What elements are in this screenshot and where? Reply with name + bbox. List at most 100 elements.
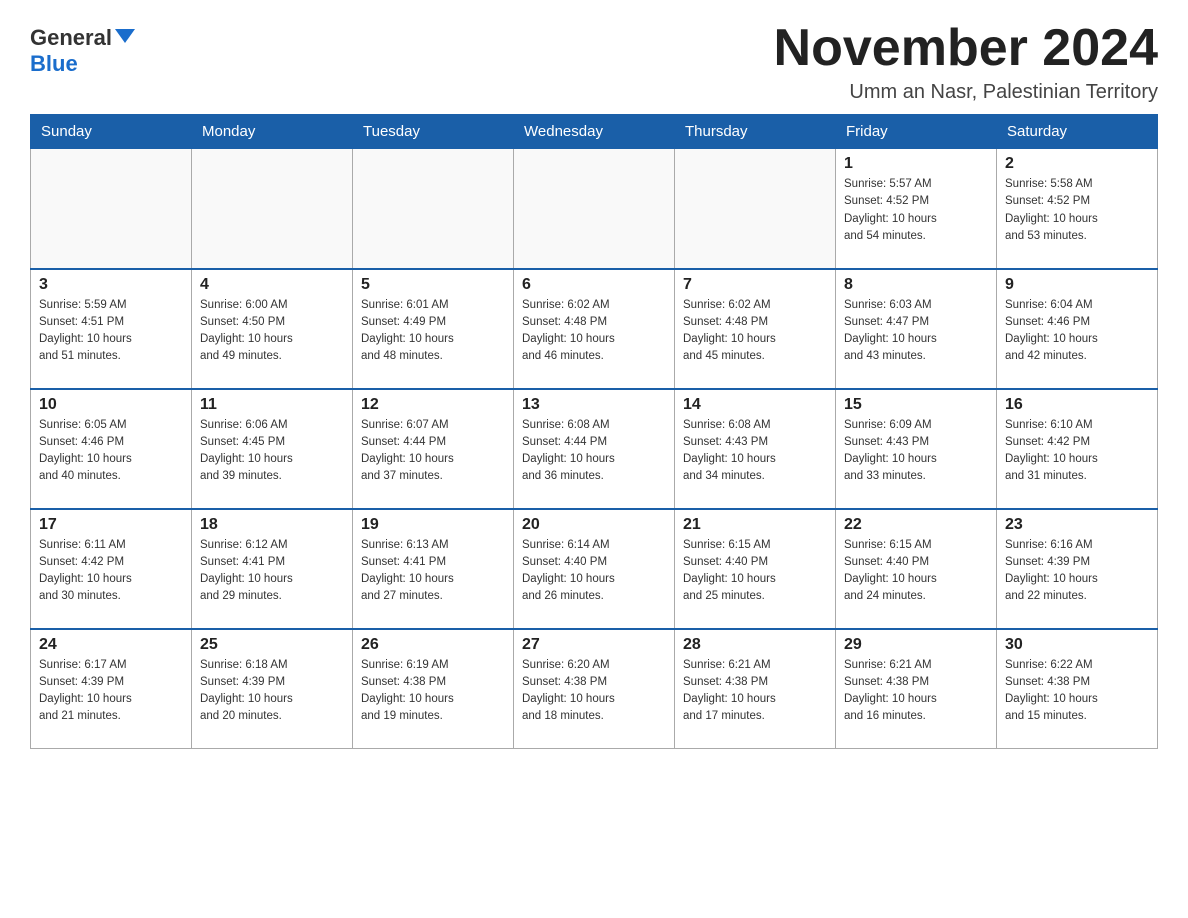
calendar-cell: 17 Sunrise: 6:11 AMSunset: 4:42 PMDayligh… [31,509,192,629]
week-row-5: 24Sunrise: 6:17 AMSunset: 4:39 PMDayligh… [31,629,1158,749]
calendar-cell: 24Sunrise: 6:17 AMSunset: 4:39 PMDayligh… [31,629,192,749]
day-number: 21 [683,516,827,534]
day-info: Sunrise: 6:13 AMSunset: 4:41 PMDaylight:… [361,537,505,606]
week-row-3: 10 Sunrise: 6:05 AMSunset: 4:46 PMDayligh… [31,389,1158,509]
weekday-header-thursday: Thursday [675,115,836,149]
week-row-2: 3 Sunrise: 5:59 AMSunset: 4:51 PMDaylight… [31,269,1158,389]
day-info: Sunrise: 6:03 AMSunset: 4:47 PMDaylight:… [844,297,988,366]
day-info: Sunrise: 6:04 AMSunset: 4:46 PMDaylight:… [1005,297,1149,366]
calendar-cell: 18 Sunrise: 6:12 AMSunset: 4:41 PMDayligh… [192,509,353,629]
calendar-cell: 1 Sunrise: 5:57 AMSunset: 4:52 PMDaylight… [836,149,997,269]
day-number: 14 [683,396,827,414]
calendar-cell: 5 Sunrise: 6:01 AMSunset: 4:49 PMDaylight… [353,269,514,389]
day-info: Sunrise: 6:08 AMSunset: 4:44 PMDaylight:… [522,417,666,486]
weekday-header-friday: Friday [836,115,997,149]
day-info: Sunrise: 5:59 AMSunset: 4:51 PMDaylight:… [39,297,183,366]
calendar-cell [192,149,353,269]
calendar-table: SundayMondayTuesdayWednesdayThursdayFrid… [30,114,1158,749]
day-number: 2 [1005,155,1149,173]
weekday-header-monday: Monday [192,115,353,149]
calendar-cell: 2 Sunrise: 5:58 AMSunset: 4:52 PMDaylight… [997,149,1158,269]
day-info: Sunrise: 5:58 AMSunset: 4:52 PMDaylight:… [1005,176,1149,245]
day-number: 23 [1005,516,1149,534]
logo-blue-text: Blue [30,51,78,76]
day-number: 3 [39,276,183,294]
day-info: Sunrise: 6:09 AMSunset: 4:43 PMDaylight:… [844,417,988,486]
day-number: 29 [844,636,988,654]
day-number: 7 [683,276,827,294]
day-info: Sunrise: 6:16 AMSunset: 4:39 PMDaylight:… [1005,537,1149,606]
calendar-cell: 26 Sunrise: 6:19 AMSunset: 4:38 PMDayligh… [353,629,514,749]
calendar-cell: 30 Sunrise: 6:22 AMSunset: 4:38 PMDayligh… [997,629,1158,749]
day-number: 25 [200,636,344,654]
calendar-cell: 7 Sunrise: 6:02 AMSunset: 4:48 PMDaylight… [675,269,836,389]
day-number: 10 [39,396,183,414]
week-row-1: 1 Sunrise: 5:57 AMSunset: 4:52 PMDaylight… [31,149,1158,269]
calendar-cell: 4 Sunrise: 6:00 AMSunset: 4:50 PMDaylight… [192,269,353,389]
day-info: Sunrise: 6:21 AMSunset: 4:38 PMDaylight:… [844,657,988,726]
day-number: 8 [844,276,988,294]
day-number: 18 [200,516,344,534]
day-number: 30 [1005,636,1149,654]
calendar-cell: 14 Sunrise: 6:08 AMSunset: 4:43 PMDayligh… [675,389,836,509]
day-info: Sunrise: 6:08 AMSunset: 4:43 PMDaylight:… [683,417,827,486]
day-number: 27 [522,636,666,654]
day-info: Sunrise: 6:02 AMSunset: 4:48 PMDaylight:… [522,297,666,366]
calendar-cell: 9Sunrise: 6:04 AMSunset: 4:46 PMDaylight… [997,269,1158,389]
calendar-cell: 10 Sunrise: 6:05 AMSunset: 4:46 PMDayligh… [31,389,192,509]
calendar-cell: 6Sunrise: 6:02 AMSunset: 4:48 PMDaylight… [514,269,675,389]
calendar-cell: 3 Sunrise: 5:59 AMSunset: 4:51 PMDaylight… [31,269,192,389]
day-number: 16 [1005,396,1149,414]
day-number: 26 [361,636,505,654]
day-number: 17 [39,516,183,534]
title-area: November 2024 Umm an Nasr, Palestinian T… [774,20,1158,104]
calendar-cell: 25Sunrise: 6:18 AMSunset: 4:39 PMDayligh… [192,629,353,749]
day-number: 12 [361,396,505,414]
logo-general-text: General [30,25,112,51]
calendar-cell [353,149,514,269]
day-number: 1 [844,155,988,173]
week-row-4: 17 Sunrise: 6:11 AMSunset: 4:42 PMDayligh… [31,509,1158,629]
day-info: Sunrise: 6:12 AMSunset: 4:41 PMDaylight:… [200,537,344,606]
day-number: 24 [39,636,183,654]
location-title: Umm an Nasr, Palestinian Territory [774,81,1158,104]
day-number: 22 [844,516,988,534]
day-info: Sunrise: 6:10 AMSunset: 4:42 PMDaylight:… [1005,417,1149,486]
day-info: Sunrise: 6:22 AMSunset: 4:38 PMDaylight:… [1005,657,1149,726]
calendar-cell: 19 Sunrise: 6:13 AMSunset: 4:41 PMDayligh… [353,509,514,629]
logo: General Blue [30,20,135,77]
header: General Blue November 2024 Umm an Nasr, … [30,20,1158,104]
calendar-cell: 8 Sunrise: 6:03 AMSunset: 4:47 PMDaylight… [836,269,997,389]
day-number: 15 [844,396,988,414]
day-info: Sunrise: 6:07 AMSunset: 4:44 PMDaylight:… [361,417,505,486]
calendar-cell: 12 Sunrise: 6:07 AMSunset: 4:44 PMDayligh… [353,389,514,509]
day-info: Sunrise: 6:14 AMSunset: 4:40 PMDaylight:… [522,537,666,606]
day-number: 11 [200,396,344,414]
day-number: 28 [683,636,827,654]
day-info: Sunrise: 6:05 AMSunset: 4:46 PMDaylight:… [39,417,183,486]
day-info: Sunrise: 6:20 AMSunset: 4:38 PMDaylight:… [522,657,666,726]
day-number: 4 [200,276,344,294]
day-info: Sunrise: 6:15 AMSunset: 4:40 PMDaylight:… [844,537,988,606]
day-info: Sunrise: 6:02 AMSunset: 4:48 PMDaylight:… [683,297,827,366]
calendar-cell [514,149,675,269]
day-info: Sunrise: 6:06 AMSunset: 4:45 PMDaylight:… [200,417,344,486]
calendar-cell: 22 Sunrise: 6:15 AMSunset: 4:40 PMDayligh… [836,509,997,629]
day-number: 19 [361,516,505,534]
calendar-cell: 13 Sunrise: 6:08 AMSunset: 4:44 PMDayligh… [514,389,675,509]
day-info: Sunrise: 6:00 AMSunset: 4:50 PMDaylight:… [200,297,344,366]
day-info: Sunrise: 6:19 AMSunset: 4:38 PMDaylight:… [361,657,505,726]
day-info: Sunrise: 6:11 AMSunset: 4:42 PMDaylight:… [39,537,183,606]
day-number: 5 [361,276,505,294]
day-info: Sunrise: 6:01 AMSunset: 4:49 PMDaylight:… [361,297,505,366]
calendar-cell: 27 Sunrise: 6:20 AMSunset: 4:38 PMDayligh… [514,629,675,749]
day-info: Sunrise: 5:57 AMSunset: 4:52 PMDaylight:… [844,176,988,245]
calendar-cell [675,149,836,269]
calendar-cell: 15 Sunrise: 6:09 AMSunset: 4:43 PMDayligh… [836,389,997,509]
day-info: Sunrise: 6:21 AMSunset: 4:38 PMDaylight:… [683,657,827,726]
day-number: 20 [522,516,666,534]
weekday-header-saturday: Saturday [997,115,1158,149]
weekday-header-row: SundayMondayTuesdayWednesdayThursdayFrid… [31,115,1158,149]
logo-triangle-icon [115,29,135,43]
day-number: 13 [522,396,666,414]
